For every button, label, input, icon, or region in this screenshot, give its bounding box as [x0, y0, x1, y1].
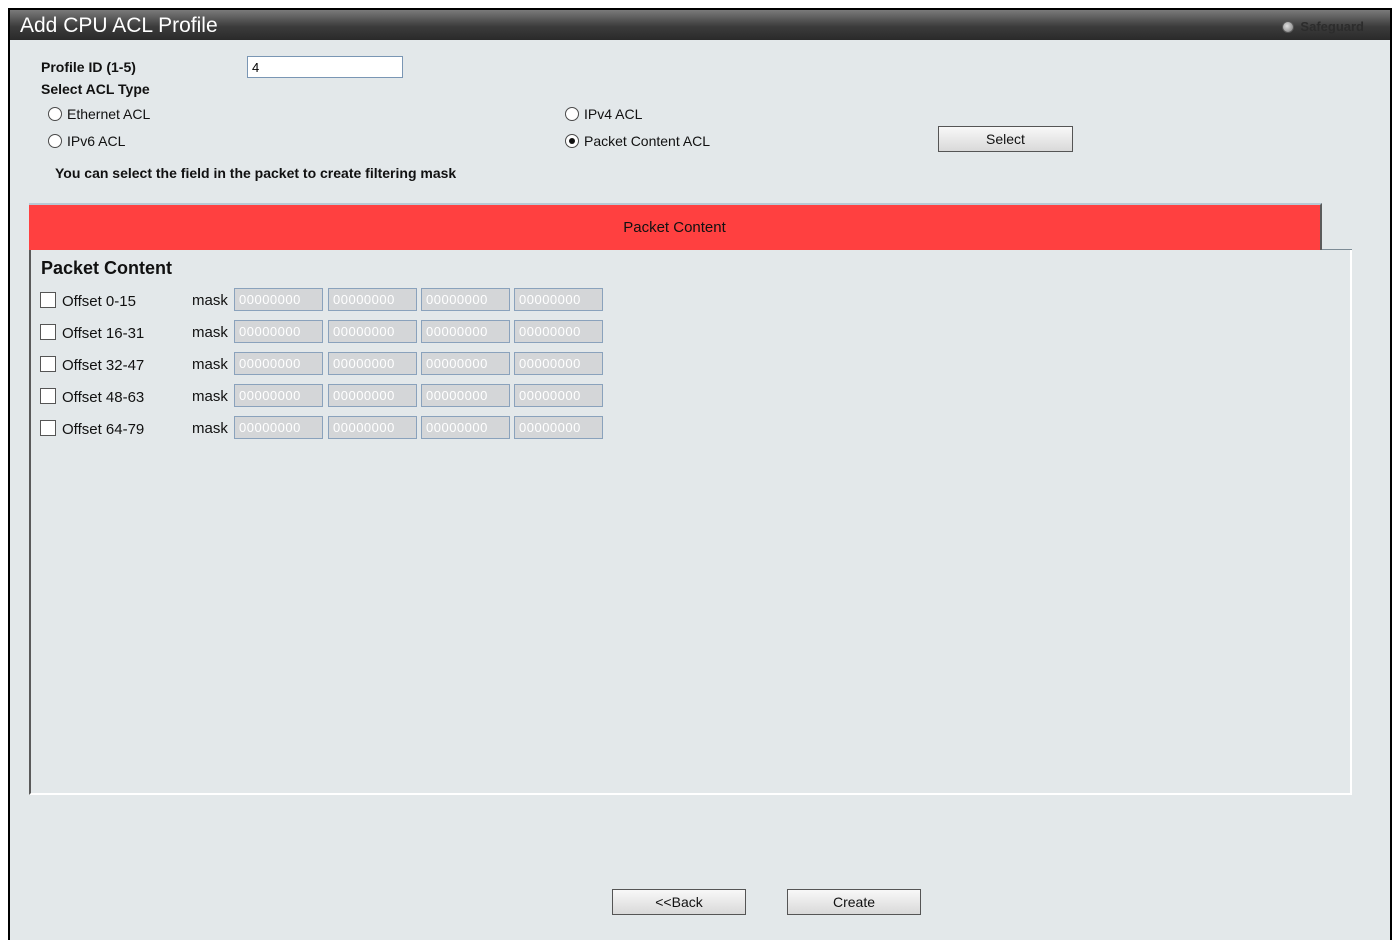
- radio-ipv4-acl-label: IPv4 ACL: [584, 106, 643, 122]
- page-title: Add CPU ACL Profile: [20, 14, 218, 37]
- radio-ethernet-acl-label: Ethernet ACL: [67, 106, 151, 122]
- mask-field: 00000000: [421, 288, 510, 311]
- title-bar: Add CPU ACL Profile Safeguard: [10, 10, 1390, 40]
- mask-field: 00000000: [421, 320, 510, 343]
- offset-label: Offset 64-79: [62, 421, 145, 438]
- mask-label: mask: [192, 292, 228, 309]
- mask-field: 00000000: [328, 384, 417, 407]
- offset-row: Offset 16-31 mask 00000000 00000000 0000…: [40, 320, 640, 346]
- mask-label: mask: [192, 420, 228, 437]
- panel-title: Packet Content: [41, 258, 173, 278]
- mask-field: 00000000: [328, 320, 417, 343]
- offset-row: Offset 32-47 mask 00000000 00000000 0000…: [40, 352, 640, 378]
- mask-field: 00000000: [514, 320, 603, 343]
- mask-field: 00000000: [328, 416, 417, 439]
- profile-id-label: Profile ID (1-5): [41, 59, 136, 75]
- mask-field: 00000000: [328, 288, 417, 311]
- mask-field: 00000000: [514, 352, 603, 375]
- mask-field: 00000000: [234, 384, 323, 407]
- back-button[interactable]: <<Back: [612, 889, 746, 915]
- mask-field: 00000000: [514, 416, 603, 439]
- radio-ipv6-acl[interactable]: IPv6 ACL: [48, 133, 125, 149]
- mask-field: 00000000: [328, 352, 417, 375]
- safeguard-status-icon: [1282, 20, 1295, 33]
- select-button[interactable]: Select: [938, 126, 1073, 152]
- offset-48-63-checkbox[interactable]: [40, 388, 56, 404]
- radio-ipv6-acl-label: IPv6 ACL: [67, 133, 126, 149]
- offset-label: Offset 0-15: [62, 293, 136, 310]
- radio-ethernet-acl-circle[interactable]: [48, 107, 62, 121]
- mask-field: 00000000: [234, 288, 323, 311]
- radio-ipv6-acl-circle[interactable]: [48, 134, 62, 148]
- offset-64-79-checkbox[interactable]: [40, 420, 56, 436]
- offset-row: Offset 0-15 mask 00000000 00000000 00000…: [40, 288, 640, 314]
- mask-field: 00000000: [234, 320, 323, 343]
- mask-field: 00000000: [421, 384, 510, 407]
- offset-label: Offset 32-47: [62, 357, 145, 374]
- offset-row: Offset 48-63 mask 00000000 00000000 0000…: [40, 384, 640, 410]
- offset-0-15-checkbox[interactable]: [40, 292, 56, 308]
- radio-packet-content-acl[interactable]: Packet Content ACL: [565, 133, 710, 149]
- offset-32-47-checkbox[interactable]: [40, 356, 56, 372]
- create-button[interactable]: Create: [787, 889, 921, 915]
- packet-content-panel: Packet Content Offset 0-15 mask 00000000…: [29, 250, 1352, 795]
- tab-packet-content[interactable]: Packet Content: [29, 203, 1322, 250]
- window-frame: Add CPU ACL Profile Safeguard Profile ID…: [8, 8, 1392, 940]
- offset-16-31-checkbox[interactable]: [40, 324, 56, 340]
- offset-label: Offset 48-63: [62, 389, 145, 406]
- radio-ipv4-acl-circle[interactable]: [565, 107, 579, 121]
- mask-label: mask: [192, 388, 228, 405]
- mask-label: mask: [192, 356, 228, 373]
- offset-row: Offset 64-79 mask 00000000 00000000 0000…: [40, 416, 640, 442]
- mask-field: 00000000: [514, 288, 603, 311]
- mask-field: 00000000: [234, 352, 323, 375]
- filter-mask-hint: You can select the field in the packet t…: [55, 165, 457, 181]
- offset-label: Offset 16-31: [62, 325, 145, 342]
- safeguard-label: Safeguard: [1300, 19, 1364, 34]
- mask-label: mask: [192, 324, 228, 341]
- mask-field: 00000000: [421, 352, 510, 375]
- safeguard-indicator[interactable]: Safeguard: [1282, 19, 1364, 34]
- radio-packet-content-acl-circle[interactable]: [565, 134, 579, 148]
- mask-field: 00000000: [514, 384, 603, 407]
- mask-field: 00000000: [421, 416, 510, 439]
- mask-field: 00000000: [234, 416, 323, 439]
- radio-ethernet-acl[interactable]: Ethernet ACL: [48, 106, 150, 122]
- profile-id-input[interactable]: [247, 56, 403, 78]
- select-acl-type-label: Select ACL Type: [41, 81, 150, 97]
- radio-ipv4-acl[interactable]: IPv4 ACL: [565, 106, 642, 122]
- radio-packet-content-acl-label: Packet Content ACL: [584, 133, 711, 149]
